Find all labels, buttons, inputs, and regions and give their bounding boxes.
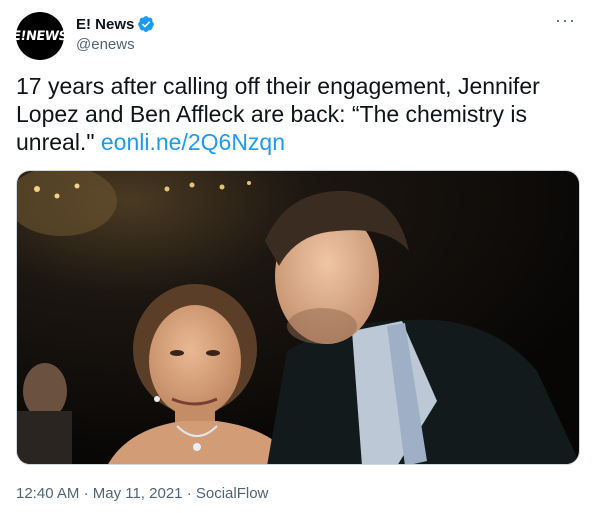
tweet-date[interactable]: May 11, 2021 <box>93 485 183 502</box>
tweet-header: E!NEWS E! News @enews ··· <box>11 10 580 60</box>
display-name-row: E! News <box>76 14 155 34</box>
handle[interactable]: @enews <box>76 36 155 53</box>
avatar[interactable]: E!NEWS <box>11 12 69 60</box>
meta-separator: · <box>83 485 89 502</box>
tweet-source[interactable]: SocialFlow <box>196 485 269 502</box>
tweet-meta: 12:40 AM · May 11, 2021 · SocialFlow <box>16 485 268 502</box>
verified-badge-icon <box>138 16 155 32</box>
meta-separator-2: · <box>186 485 192 502</box>
more-icon[interactable]: ··· <box>555 10 576 31</box>
tweet-link[interactable]: eonli.ne/2Q6Nzqn <box>101 129 285 155</box>
author-names: E! News @enews <box>76 14 155 53</box>
photo-image <box>17 171 579 464</box>
avatar-logo-text: E!NEWS <box>11 28 69 44</box>
tweet-photo[interactable] <box>16 170 580 465</box>
tweet-text: 17 years after calling off their engagem… <box>16 72 576 156</box>
display-name[interactable]: E! News <box>76 16 134 33</box>
tweet-time[interactable]: 12:40 AM <box>16 485 79 502</box>
